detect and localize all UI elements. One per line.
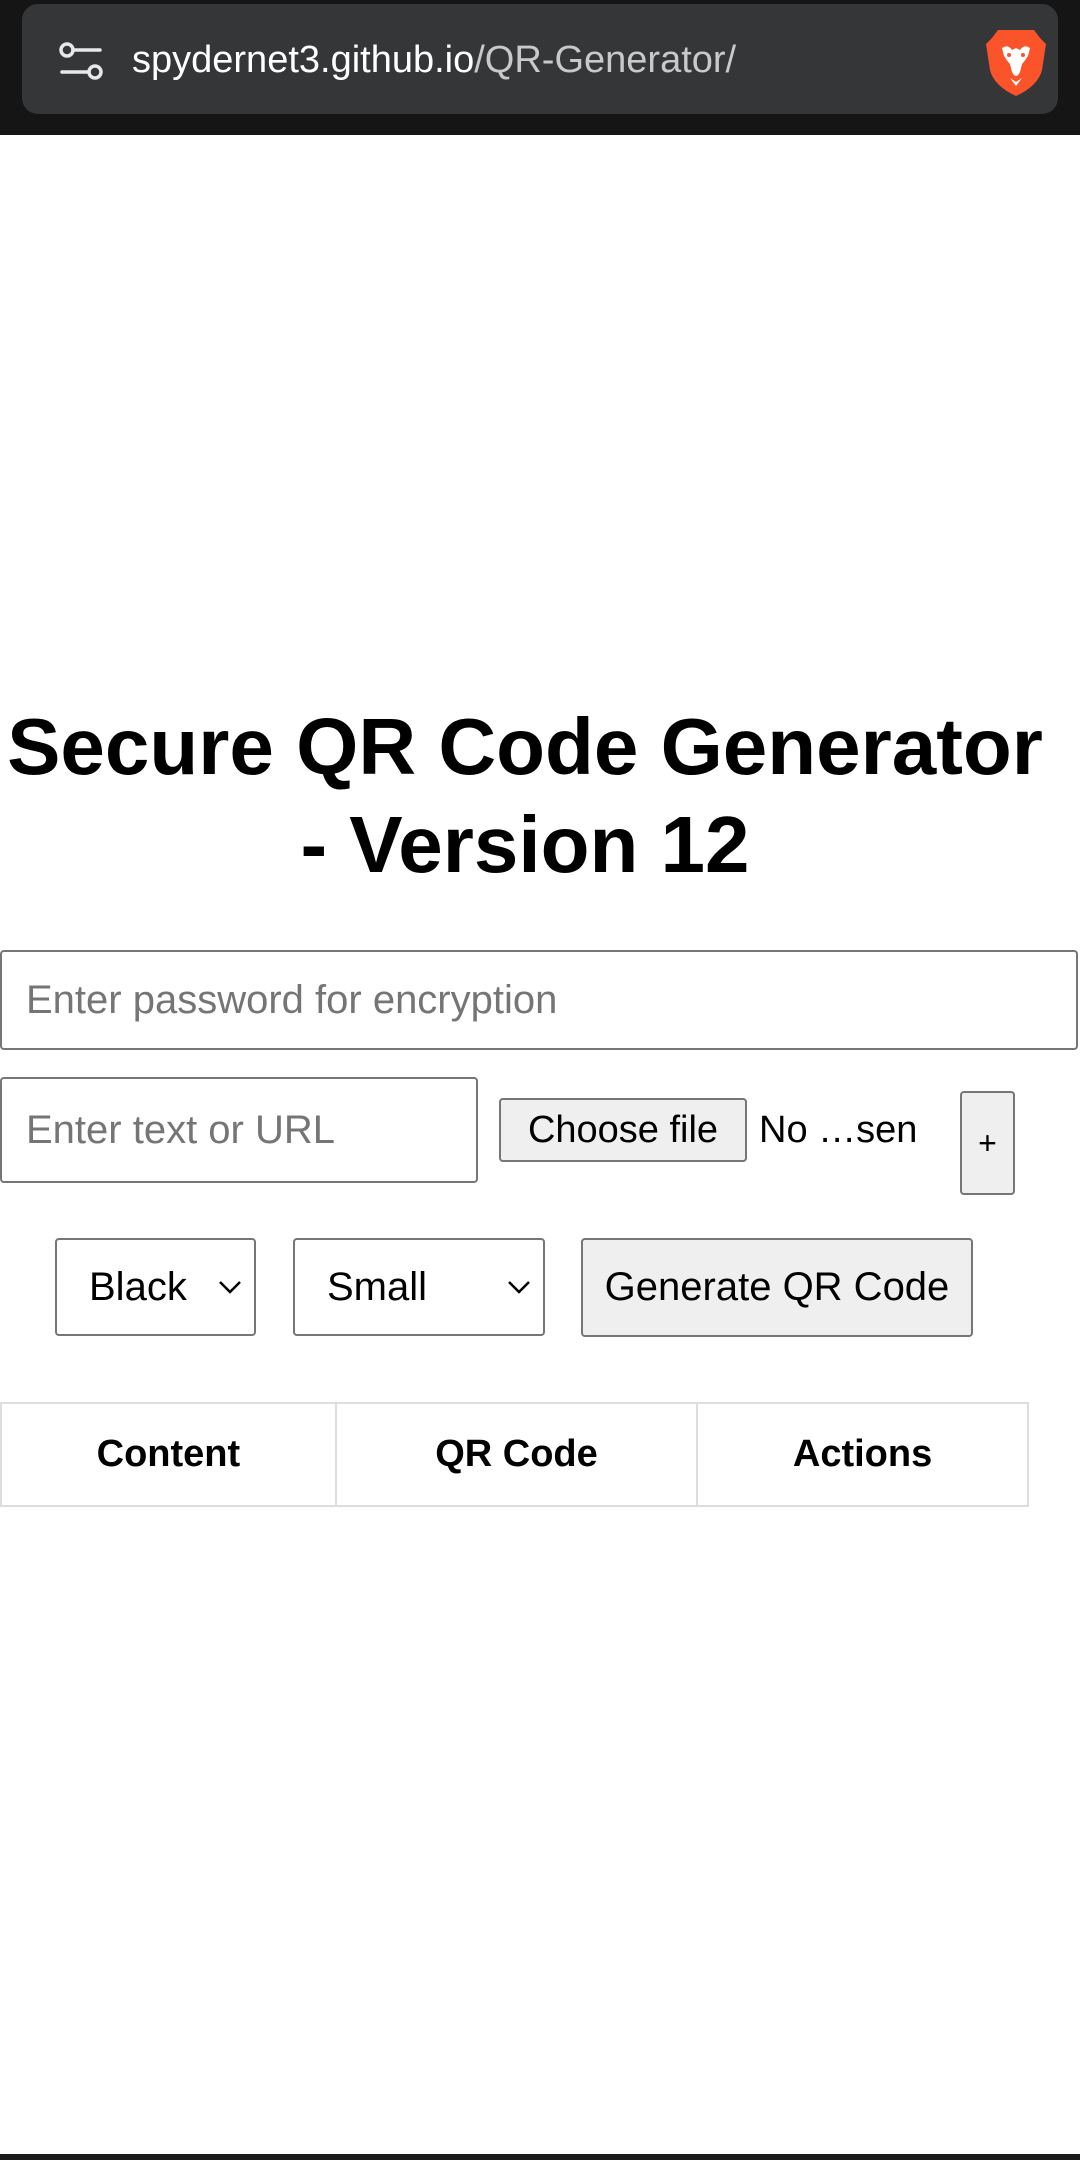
header-content: Content <box>0 1402 337 1507</box>
chevron-down-icon <box>508 1281 530 1294</box>
color-select-value: Black <box>89 1265 187 1309</box>
url-text[interactable]: spydernet3.github.io/QR-Generator/ <box>132 4 736 114</box>
add-button[interactable]: + <box>960 1091 1015 1195</box>
address-bar[interactable]: spydernet3.github.io/QR-Generator/ <box>22 4 1058 114</box>
color-select[interactable]: Black <box>55 1238 256 1336</box>
chevron-down-icon <box>219 1281 241 1294</box>
header-actions: Actions <box>696 1402 1029 1507</box>
browser-toolbar: spydernet3.github.io/QR-Generator/ <box>0 0 1080 135</box>
tune-icon[interactable] <box>58 38 104 84</box>
page-title: Secure QR Code Generator - Version 12 <box>7 702 1043 889</box>
choose-file-button[interactable]: Choose file <box>499 1098 747 1162</box>
size-select[interactable]: Small <box>293 1238 545 1336</box>
header-qr-code: QR Code <box>334 1402 699 1507</box>
generate-qr-button[interactable]: Generate QR Code <box>581 1238 973 1337</box>
url-host: spydernet3.github.io <box>132 39 475 81</box>
url-path: /QR-Generator/ <box>474 39 737 81</box>
gesture-bar <box>0 2154 1080 2160</box>
file-status-text: No …sen <box>759 1109 918 1151</box>
text-url-input[interactable] <box>0 1077 478 1183</box>
qr-history-table: Content QR Code Actions <box>0 1402 1029 1507</box>
table-header-row: Content QR Code Actions <box>0 1402 1029 1507</box>
password-input[interactable] <box>0 950 1078 1050</box>
brave-lion-icon[interactable] <box>984 26 1048 98</box>
size-select-value: Small <box>327 1265 428 1309</box>
